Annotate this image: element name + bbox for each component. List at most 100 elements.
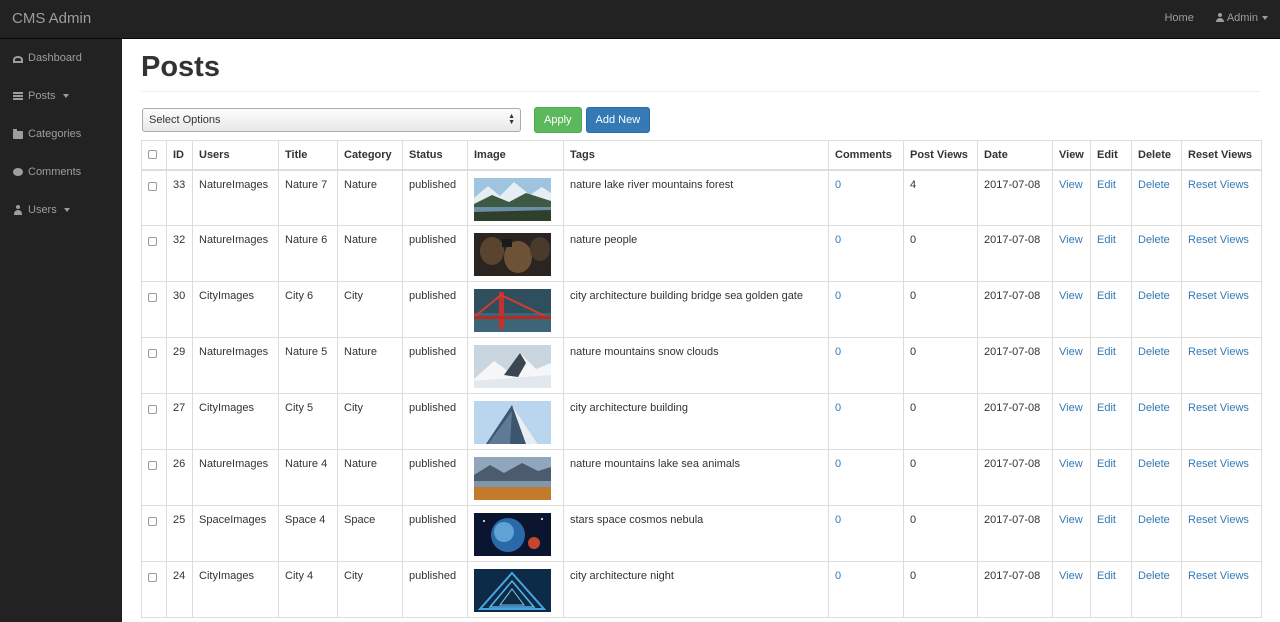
bulk-options-select[interactable]: Select Options ▲ ▼ bbox=[142, 108, 521, 132]
view-link[interactable]: View bbox=[1059, 570, 1083, 582]
sidebar-item-posts[interactable]: Posts bbox=[0, 77, 122, 115]
post-tags: city architecture night bbox=[563, 561, 829, 618]
edit-link[interactable]: Edit bbox=[1097, 458, 1116, 470]
reset-views-cell: Reset Views bbox=[1181, 337, 1262, 394]
reset-views-link[interactable]: Reset Views bbox=[1188, 514, 1249, 526]
post-tags: nature lake river mountains forest bbox=[563, 169, 829, 226]
comments-link[interactable]: 0 bbox=[835, 179, 841, 191]
edit-link[interactable]: Edit bbox=[1097, 514, 1116, 526]
row-checkbox[interactable] bbox=[148, 573, 157, 582]
edit-link[interactable]: Edit bbox=[1097, 346, 1116, 358]
post-category: City bbox=[337, 561, 403, 618]
post-title: Nature 5 bbox=[278, 337, 338, 394]
delete-link[interactable]: Delete bbox=[1138, 346, 1170, 358]
delete-cell: Delete bbox=[1131, 225, 1182, 282]
reset-views-cell: Reset Views bbox=[1181, 281, 1262, 338]
apply-button[interactable]: Apply bbox=[534, 107, 582, 133]
reset-views-link[interactable]: Reset Views bbox=[1188, 179, 1249, 191]
reset-views-link[interactable]: Reset Views bbox=[1188, 402, 1249, 414]
delete-link[interactable]: Delete bbox=[1138, 402, 1170, 414]
post-image-cell bbox=[467, 169, 564, 226]
add-new-button[interactable]: Add New bbox=[585, 107, 651, 133]
reset-views-link[interactable]: Reset Views bbox=[1188, 570, 1249, 582]
view-link[interactable]: View bbox=[1059, 514, 1083, 526]
post-title: Nature 6 bbox=[278, 225, 338, 282]
delete-link[interactable]: Delete bbox=[1138, 179, 1170, 191]
row-checkbox[interactable] bbox=[148, 293, 157, 302]
sidebar-item-categories[interactable]: Categories bbox=[0, 115, 122, 153]
view-link[interactable]: View bbox=[1059, 179, 1083, 191]
sidebar-item-label: Posts bbox=[28, 90, 56, 102]
home-link[interactable]: Home bbox=[1164, 12, 1193, 24]
select-all-checkbox[interactable] bbox=[148, 149, 157, 159]
delete-link[interactable]: Delete bbox=[1138, 458, 1170, 470]
delete-cell: Delete bbox=[1131, 393, 1182, 450]
post-thumbnail bbox=[474, 345, 557, 388]
post-comments-cell: 0 bbox=[828, 393, 904, 450]
view-link[interactable]: View bbox=[1059, 458, 1083, 470]
view-cell: View bbox=[1052, 561, 1091, 618]
post-views: 0 bbox=[903, 393, 978, 450]
reset-views-cell: Reset Views bbox=[1181, 225, 1262, 282]
post-image-cell bbox=[467, 281, 564, 338]
sidebar-item-users[interactable]: Users bbox=[0, 191, 122, 229]
post-status: published bbox=[402, 225, 468, 282]
reset-views-cell: Reset Views bbox=[1181, 169, 1262, 226]
view-link[interactable]: View bbox=[1059, 346, 1083, 358]
comments-link[interactable]: 0 bbox=[835, 570, 841, 582]
select-all-cell bbox=[141, 140, 167, 171]
view-link[interactable]: View bbox=[1059, 234, 1083, 246]
post-comments-cell: 0 bbox=[828, 505, 904, 562]
edit-link[interactable]: Edit bbox=[1097, 570, 1116, 582]
reset-views-cell: Reset Views bbox=[1181, 505, 1262, 562]
edit-link[interactable]: Edit bbox=[1097, 290, 1116, 302]
reset-views-link[interactable]: Reset Views bbox=[1188, 346, 1249, 358]
comments-link[interactable]: 0 bbox=[835, 402, 841, 414]
post-title: City 4 bbox=[278, 561, 338, 618]
edit-cell: Edit bbox=[1090, 337, 1132, 394]
edit-cell: Edit bbox=[1090, 225, 1132, 282]
dashboard-icon bbox=[13, 55, 23, 63]
column-header: Category bbox=[337, 140, 403, 171]
delete-link[interactable]: Delete bbox=[1138, 290, 1170, 302]
post-tags: nature mountains snow clouds bbox=[563, 337, 829, 394]
delete-link[interactable]: Delete bbox=[1138, 514, 1170, 526]
reset-views-link[interactable]: Reset Views bbox=[1188, 458, 1249, 470]
admin-user-menu[interactable]: Admin bbox=[1215, 12, 1268, 24]
title-divider bbox=[141, 91, 1260, 92]
comments-link[interactable]: 0 bbox=[835, 514, 841, 526]
main-content: Posts Select Options ▲ ▼ Apply Add New ID… bbox=[122, 39, 1280, 622]
post-date: 2017-07-08 bbox=[977, 449, 1053, 506]
comments-link[interactable]: 0 bbox=[835, 290, 841, 302]
row-checkbox[interactable] bbox=[148, 517, 157, 526]
user-icon bbox=[13, 205, 23, 215]
delete-link[interactable]: Delete bbox=[1138, 234, 1170, 246]
post-user: CityImages bbox=[192, 561, 279, 618]
brand-link[interactable]: CMS Admin bbox=[12, 10, 91, 27]
comments-link[interactable]: 0 bbox=[835, 234, 841, 246]
row-checkbox[interactable] bbox=[148, 181, 157, 191]
reset-views-link[interactable]: Reset Views bbox=[1188, 234, 1249, 246]
folder-icon bbox=[13, 129, 23, 139]
sidebar-item-dashboard[interactable]: Dashboard bbox=[0, 39, 122, 77]
post-thumbnail bbox=[474, 401, 557, 444]
comments-link[interactable]: 0 bbox=[835, 458, 841, 470]
row-checkbox[interactable] bbox=[148, 405, 157, 414]
view-link[interactable]: View bbox=[1059, 402, 1083, 414]
comments-link[interactable]: 0 bbox=[835, 346, 841, 358]
row-checkbox[interactable] bbox=[148, 349, 157, 358]
row-checkbox[interactable] bbox=[148, 237, 157, 246]
edit-link[interactable]: Edit bbox=[1097, 179, 1116, 191]
column-header: View bbox=[1052, 140, 1091, 171]
sidebar-item-comments[interactable]: Comments bbox=[0, 153, 122, 191]
delete-cell: Delete bbox=[1131, 337, 1182, 394]
edit-link[interactable]: Edit bbox=[1097, 402, 1116, 414]
delete-link[interactable]: Delete bbox=[1138, 570, 1170, 582]
row-select-cell bbox=[141, 281, 167, 338]
view-link[interactable]: View bbox=[1059, 290, 1083, 302]
reset-views-link[interactable]: Reset Views bbox=[1188, 290, 1249, 302]
column-header: Comments bbox=[828, 140, 904, 171]
post-date: 2017-07-08 bbox=[977, 561, 1053, 618]
row-checkbox[interactable] bbox=[148, 461, 157, 470]
edit-link[interactable]: Edit bbox=[1097, 234, 1116, 246]
